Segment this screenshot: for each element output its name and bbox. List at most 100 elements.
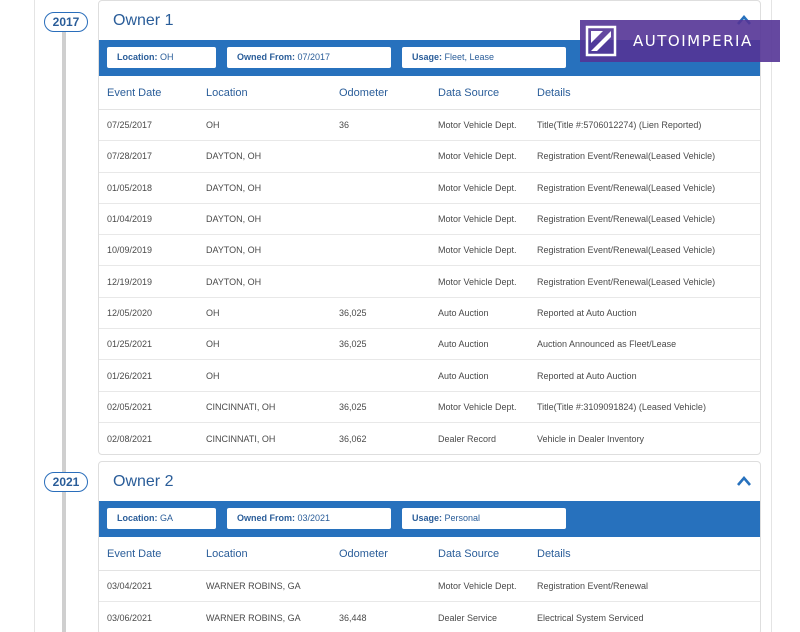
usage-pill: Usage: Fleet, Lease [402,47,566,68]
table-row: 03/04/2021 WARNER ROBINS, GA Motor Vehicle… [99,571,760,603]
column-header: Details [537,547,571,560]
data-source-cell: Auto Auction [438,370,489,381]
owner-card-1: Owner 1 Location: OH Owned From: 07/2017… [98,0,761,456]
event-rows: 03/04/2021 WARNER ROBINS, GA Motor Vehicle… [99,571,760,632]
chevron-up-icon[interactable] [736,474,752,488]
owner-title: Owner 1 [113,12,174,29]
location-cell: DAYTON, OH [206,182,262,193]
odometer-cell: 36,062 [339,433,367,444]
location-pill: Location: GA [107,508,216,529]
data-source-cell: Motor Vehicle Dept. [438,120,517,131]
table-row: 07/25/2017 OH 36 Motor Vehicle Dept. Title(T… [99,110,760,142]
data-source-cell: Auto Auction [438,339,489,350]
location-cell: WARNER ROBINS, GA [206,581,301,592]
column-header: Odometer [339,86,388,99]
column-header: Odometer [339,547,388,560]
table-row: 12/19/2019 DAYTON, OH Motor Vehicle Dept. R… [99,266,760,298]
location-cell: CINCINNATI, OH [206,401,276,412]
timeline-line [62,30,66,632]
year-badge-owner-1: 2017 [44,12,88,32]
details-cell: Vehicle in Dealer Inventory [537,433,645,444]
table-header: Event Date Location Odometer Data Source… [99,537,760,571]
owned-from-value: 03/2021 [297,513,331,523]
location-cell: CINCINNATI, OH [206,433,276,444]
details-cell: Registration Event/Renewal(Leased Vehicl… [537,276,716,287]
table-row: 07/28/2017 DAYTON, OH Motor Vehicle Dept. R… [99,141,760,173]
autoimperia-watermark: AUTOIMPERIA [580,20,780,62]
event-date-cell: 07/25/2017 [107,120,153,131]
odometer-cell: 36,025 [339,307,367,318]
owner-info-bar: Location: GA Owned From: 03/2021 Usage: … [99,501,760,537]
details-cell: Registration Event/Renewal(Leased Vehicl… [537,245,716,256]
table-header: Event Date Location Odometer Data Source… [99,76,760,110]
column-header: Event Date [107,86,162,99]
owned-from-pill: Owned From: 07/2017 [227,47,391,68]
usage-label: Usage: [412,52,443,62]
data-source-cell: Motor Vehicle Dept. [438,276,517,287]
location-cell: DAYTON, OH [206,151,262,162]
owner-title: Owner 2 [113,473,174,490]
owner-header-2[interactable]: Owner 2 [99,462,760,501]
data-source-cell: Motor Vehicle Dept. [438,401,517,412]
data-source-cell: Dealer Record [438,433,497,444]
event-date-cell: 10/09/2019 [107,245,153,256]
owned-from-label: Owned From: [237,52,295,62]
data-source-cell: Motor Vehicle Dept. [438,214,517,225]
odometer-cell: 36 [339,120,350,131]
details-cell: Registration Event/Renewal(Leased Vehicl… [537,182,716,193]
table-row: 10/09/2019 DAYTON, OH Motor Vehicle Dept. R… [99,235,760,267]
details-cell: Reported at Auto Auction [537,370,637,381]
column-header: Location [206,547,248,560]
event-date-cell: 12/05/2020 [107,307,153,318]
column-header: Event Date [107,547,162,560]
column-header: Data Source [438,547,500,560]
event-date-cell: 01/26/2021 [107,370,153,381]
location-value: OH [160,52,174,62]
event-date-cell: 02/08/2021 [107,433,153,444]
details-cell: Registration Event/Renewal(Leased Vehicl… [537,214,716,225]
location-cell: WARNER ROBINS, GA [206,612,301,623]
details-cell: Auction Announced as Fleet/Lease [537,339,677,350]
event-date-cell: 01/04/2019 [107,214,153,225]
event-date-cell: 03/06/2021 [107,612,153,623]
data-source-cell: Motor Vehicle Dept. [438,245,517,256]
column-header: Data Source [438,86,500,99]
usage-value: Fleet, Lease [444,52,495,62]
year-badge-owner-2: 2021 [44,472,88,492]
details-cell: Title(Title #:5706012274) (Lien Reported… [537,120,702,131]
details-cell: Reported at Auto Auction [537,307,637,318]
details-cell: Title(Title #:3109091824) (Leased Vehicl… [537,401,706,412]
table-row: 03/06/2021 WARNER ROBINS, GA 36,448 Dealer … [99,602,760,632]
event-date-cell: 03/04/2021 [107,581,153,592]
owned-from-label: Owned From: [237,513,295,523]
details-cell: Registration Event/Renewal(Leased Vehicl… [537,151,716,162]
odometer-cell: 36,025 [339,339,367,350]
data-source-cell: Motor Vehicle Dept. [438,151,517,162]
location-cell: OH [206,120,220,131]
owned-from-pill: Owned From: 03/2021 [227,508,391,529]
details-cell: Registration Event/Renewal [537,581,649,592]
data-source-cell: Auto Auction [438,307,489,318]
location-cell: DAYTON, OH [206,214,262,225]
column-header: Details [537,86,571,99]
event-date-cell: 12/19/2019 [107,276,153,287]
location-cell: DAYTON, OH [206,245,262,256]
event-date-cell: 01/25/2021 [107,339,153,350]
autoimperia-logo-icon [585,25,617,57]
odometer-cell: 36,025 [339,401,367,412]
location-label: Location: [117,52,158,62]
column-header: Location [206,86,248,99]
table-row: 01/04/2019 DAYTON, OH Motor Vehicle Dept. R… [99,204,760,236]
location-cell: OH [206,370,220,381]
usage-label: Usage: [412,513,443,523]
event-date-cell: 07/28/2017 [107,151,153,162]
location-cell: OH [206,339,220,350]
location-value: GA [160,513,174,523]
owned-from-value: 07/2017 [297,52,331,62]
usage-pill: Usage: Personal [402,508,566,529]
data-source-cell: Motor Vehicle Dept. [438,581,517,592]
table-row: 02/08/2021 CINCINNATI, OH 36,062 Dealer Rec… [99,423,760,454]
table-row: 02/05/2021 CINCINNATI, OH 36,025 Motor Vehi… [99,392,760,423]
data-source-cell: Motor Vehicle Dept. [438,182,517,193]
location-cell: DAYTON, OH [206,276,262,287]
